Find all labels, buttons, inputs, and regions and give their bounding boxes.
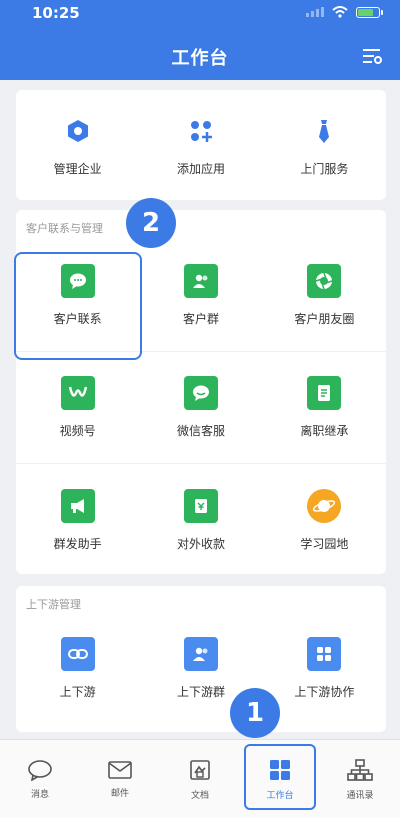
tab-workbench-highlight	[244, 744, 316, 810]
link-icon	[60, 636, 95, 671]
tab-mail-label: 邮件	[110, 788, 129, 799]
upstream-group-label: 上下游群	[176, 684, 225, 699]
mail-icon	[108, 760, 132, 779]
upstream-collab-item[interactable]: 上下游协作	[263, 612, 386, 724]
tab-workbench[interactable]: 工作台	[240, 740, 320, 818]
external-payment-label: 对外收款	[176, 536, 225, 551]
tab-messages-label: 消息	[30, 789, 49, 800]
broadcast-assistant-item[interactable]: 群发助手	[16, 464, 139, 576]
wifi-icon	[332, 6, 348, 18]
manage-enterprise-item[interactable]: 管理企业	[16, 90, 139, 200]
upstream-management-card: 上下游管理 上下游 上下游群 上下游协作	[16, 586, 386, 732]
customer-group-icon	[183, 264, 218, 298]
tab-messages[interactable]: 消息	[0, 740, 80, 818]
onsite-service-label: 上门服务	[300, 161, 349, 176]
status-icons	[306, 6, 383, 18]
signal-icon	[306, 7, 324, 17]
megaphone-icon	[60, 488, 95, 523]
broadcast-assistant-label: 群发助手	[53, 536, 102, 551]
message-icon	[28, 759, 52, 781]
upstream-item[interactable]: 上下游	[16, 612, 139, 724]
hexagon-settings-icon	[61, 114, 95, 148]
customer-moments-label: 客户朋友圈	[294, 312, 355, 326]
wechat-service-label: 微信客服	[176, 424, 225, 438]
tab-contacts[interactable]: 通讯录	[320, 740, 400, 818]
resignation-inherit-label: 离职继承	[300, 424, 349, 438]
grid-apps-icon	[307, 636, 342, 671]
document-icon	[307, 376, 342, 410]
payment-icon	[183, 488, 218, 523]
external-payment-item[interactable]: 对外收款	[139, 464, 262, 576]
app-header: 10:25 工作台	[0, 0, 400, 80]
page-title: 工作台	[171, 48, 229, 69]
wechat-service-item[interactable]: 微信客服	[139, 352, 263, 464]
contacts-icon	[347, 758, 373, 781]
channels-icon	[60, 376, 95, 410]
resignation-inherit-item[interactable]: 离职继承	[262, 352, 386, 464]
customer-group-label: 客户群	[182, 312, 219, 326]
tab-docs-label: 文档	[190, 790, 209, 801]
bottom-tab-bar: 消息 邮件 文档 工作台 通讯录	[0, 739, 400, 818]
top-apps-card: 管理企业 添加应用 上门服务	[16, 90, 386, 200]
add-apps-icon	[184, 114, 218, 148]
service-chat-icon	[183, 376, 218, 410]
tie-icon	[307, 114, 341, 148]
section-title-upstream: 上下游管理	[26, 598, 81, 611]
manage-enterprise-label: 管理企业	[53, 161, 102, 176]
onsite-service-item[interactable]: 上门服务	[263, 90, 386, 200]
highlight-customer-contact	[14, 252, 142, 360]
tab-contacts-label: 通讯录	[346, 790, 374, 801]
settings-filter-icon[interactable]	[360, 44, 384, 68]
learning-garden-item[interactable]: 学习园地	[263, 464, 386, 576]
customer-group-item[interactable]: 客户群	[139, 240, 263, 352]
step-2-badge: 2	[126, 198, 176, 248]
learning-garden-label: 学习园地	[300, 536, 349, 551]
status-time: 10:25	[32, 4, 80, 22]
planet-icon	[307, 488, 342, 523]
battery-icon	[356, 6, 383, 18]
step-1-badge: 1	[230, 688, 280, 738]
add-app-item[interactable]: 添加应用	[139, 90, 262, 200]
moments-icon	[307, 264, 342, 298]
section-title-customer: 客户联系与管理	[26, 222, 103, 235]
channels-label: 视频号	[59, 424, 96, 438]
tab-docs[interactable]: 文档	[160, 740, 240, 818]
upstream-collab-label: 上下游协作	[294, 684, 355, 699]
upstream-label: 上下游	[59, 684, 96, 699]
customer-moments-item[interactable]: 客户朋友圈	[262, 240, 386, 352]
docs-icon	[190, 759, 210, 780]
group-icon	[183, 636, 218, 671]
tab-mail[interactable]: 邮件	[80, 740, 160, 818]
add-app-label: 添加应用	[176, 161, 225, 176]
channels-item[interactable]: 视频号	[16, 352, 140, 464]
